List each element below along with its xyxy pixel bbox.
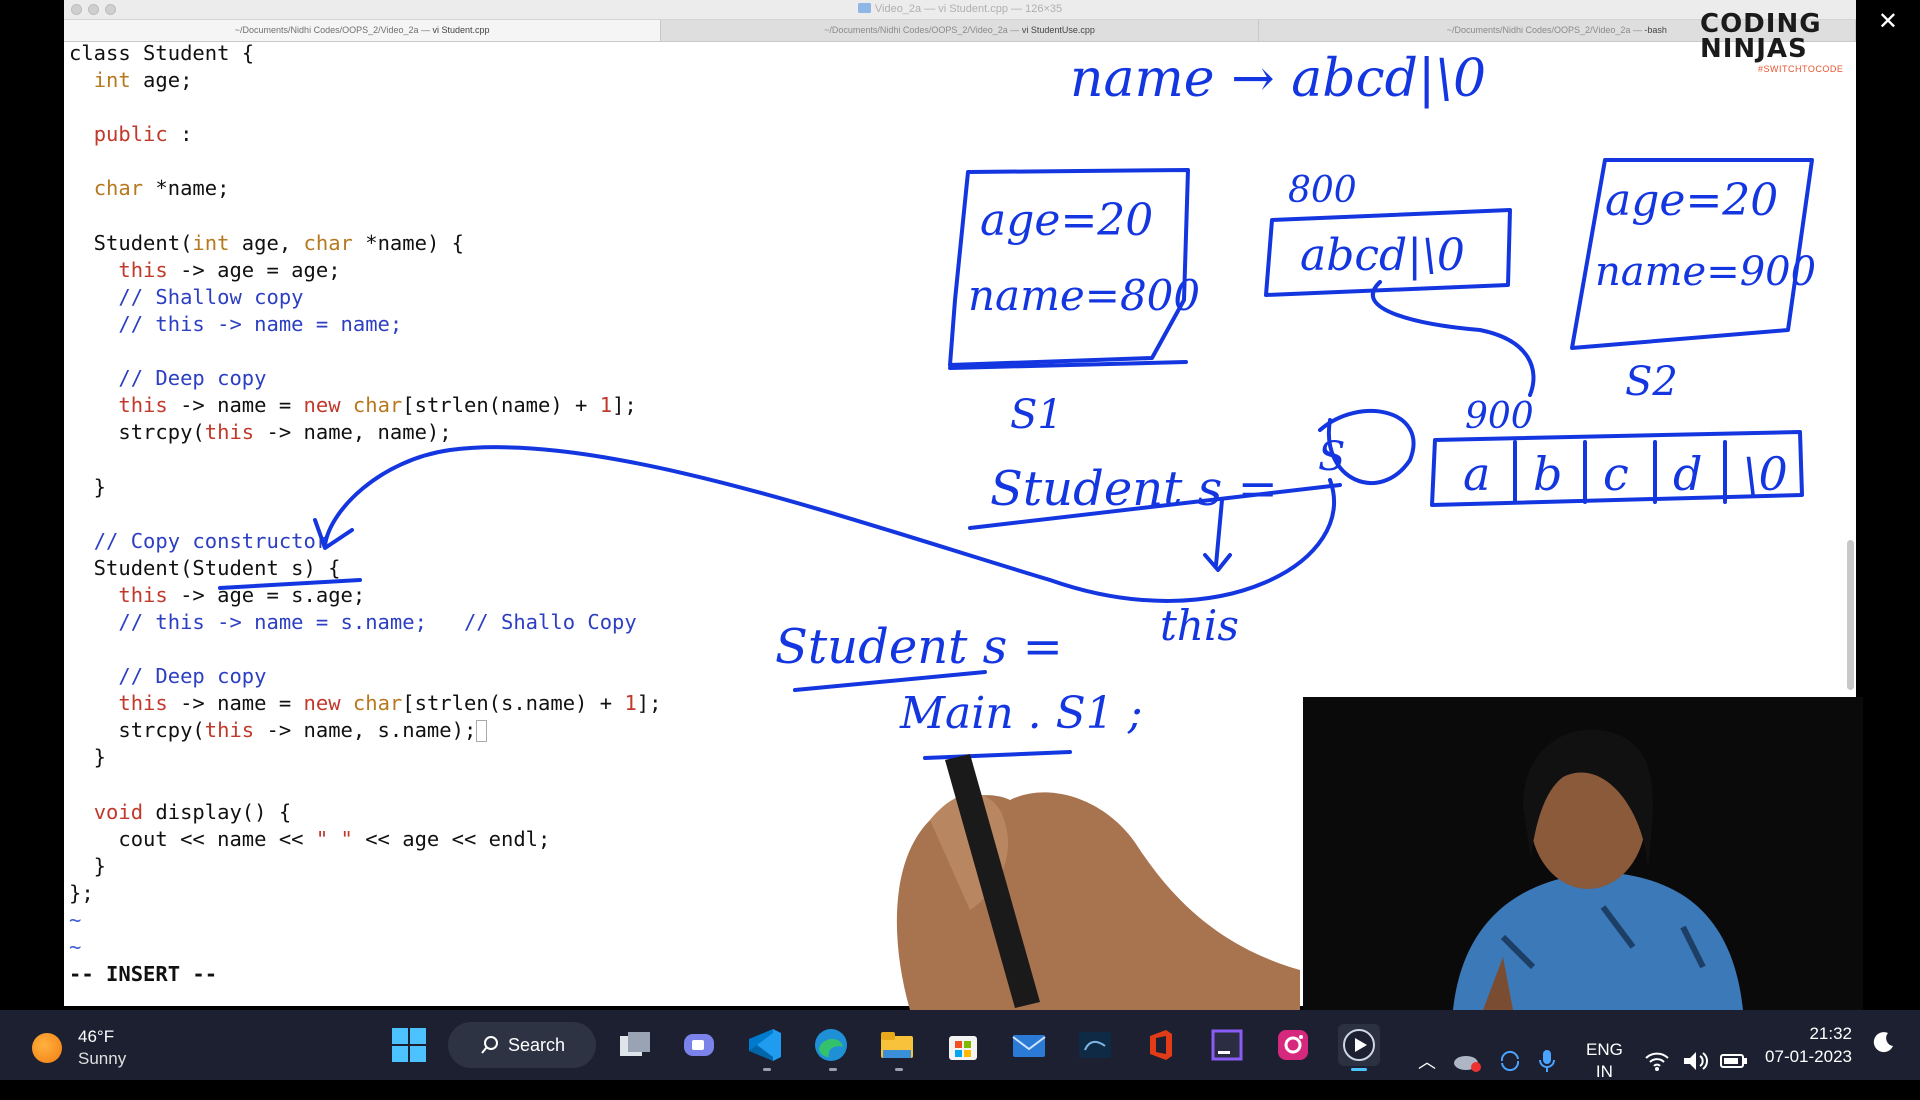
code-line: } xyxy=(69,474,107,499)
wifi-icon xyxy=(1645,1052,1669,1071)
code-line: this -> name = new char[strlen(s.name) +… xyxy=(118,691,662,716)
running-indicator xyxy=(829,1068,837,1071)
coding-ninjas-logo: CODING NINJAS #SWITCHTOCODE xyxy=(1700,11,1860,74)
running-indicator xyxy=(895,1068,903,1071)
code-line: strcpy(this -> name, s.name); xyxy=(69,718,488,743)
code-line: // Deep copy xyxy=(118,664,267,689)
code-line: } xyxy=(69,853,107,878)
office-icon[interactable] xyxy=(1140,1024,1182,1066)
terminal-scrollbar[interactable] xyxy=(1847,540,1854,690)
code-line: void display() { xyxy=(93,799,292,824)
media-player-icon[interactable] xyxy=(1338,1024,1380,1066)
code-line: char *name; xyxy=(93,176,230,201)
task-view-icon[interactable] xyxy=(614,1024,656,1066)
language-indicator[interactable]: ENG IN xyxy=(1586,1039,1623,1083)
code-line: // Shallow copy xyxy=(118,284,304,309)
edge-browser-icon[interactable] xyxy=(810,1024,852,1066)
tab-student-cpp[interactable]: ~/Documents/Nidhi Codes/OOPS_2/Video_2a … xyxy=(64,20,662,41)
microphone-icon[interactable] xyxy=(1538,1048,1556,1074)
logo-tagline: #SWITCHTOCODE xyxy=(1758,64,1844,74)
instagram-icon[interactable] xyxy=(1272,1024,1314,1066)
window-title: Video_2a — vi Student.cpp — 126×35 xyxy=(64,3,1856,15)
presenter-hand xyxy=(896,754,1300,1010)
weather-temp: 46°F xyxy=(78,1027,115,1046)
search-label: Search xyxy=(508,1034,566,1055)
terminal-titlebar: Video_2a — vi Student.cpp — 126×35 xyxy=(64,0,1856,20)
teams-chat-icon[interactable] xyxy=(678,1024,720,1066)
intellij-icon[interactable] xyxy=(1206,1024,1248,1066)
code-line: // this -> name = s.name; // Shallo Copy xyxy=(118,609,637,634)
onedrive-icon[interactable] xyxy=(1452,1049,1482,1073)
code-line: class Student { xyxy=(69,41,255,65)
code-line: // Copy constructor xyxy=(93,528,329,553)
code-line: // Deep copy xyxy=(118,366,267,391)
code-line: strcpy(this -> name, name); xyxy=(69,420,452,445)
active-indicator xyxy=(1351,1068,1367,1071)
window-title-text: Video_2a — vi Student.cpp — 126×35 xyxy=(874,3,1063,15)
weather-widget[interactable]: 46°F Sunny xyxy=(32,1026,126,1070)
code-line: } xyxy=(69,745,107,770)
running-indicator xyxy=(763,1068,771,1071)
mail-icon[interactable] xyxy=(1008,1024,1050,1066)
code-line: cout << name << " " << age << endl; xyxy=(69,826,551,851)
code-line: this -> age = age; xyxy=(118,257,341,282)
search-icon xyxy=(481,1036,498,1054)
code-line: this -> age = s.age; xyxy=(118,582,366,607)
code-line: Student(Student s) { xyxy=(69,555,341,580)
quick-settings[interactable] xyxy=(1644,1026,1748,1096)
code-line: }; xyxy=(69,880,94,905)
video-frame: Video_2a — vi Student.cpp — 126×35 ~/Doc… xyxy=(0,0,1920,1010)
code-line: ~ xyxy=(69,935,82,960)
sun-icon xyxy=(32,1033,62,1063)
folder-icon xyxy=(857,3,871,13)
file-explorer-icon[interactable] xyxy=(876,1024,918,1066)
volume-icon xyxy=(1684,1052,1708,1070)
clock-time: 21:32 xyxy=(1809,1024,1852,1043)
vscode-icon[interactable] xyxy=(744,1024,786,1066)
code-line: public : xyxy=(93,122,193,147)
code-line: int age; xyxy=(93,68,193,93)
show-hidden-icons-chevron-icon[interactable]: ︿ xyxy=(1418,1048,1436,1074)
terminal-tabbar: ~/Documents/Nidhi Codes/OOPS_2/Video_2a … xyxy=(64,20,1856,42)
tab-studentuse-cpp[interactable]: ~/Documents/Nidhi Codes/OOPS_2/Video_2a … xyxy=(661,20,1259,41)
mysql-workbench-icon[interactable] xyxy=(1074,1024,1116,1066)
taskbar-search[interactable]: Search xyxy=(448,1022,596,1068)
code-editor[interactable]: class Student { int age; public : char *… xyxy=(69,40,661,988)
code-line: ~ xyxy=(69,908,82,932)
logo-line-2: NINJAS xyxy=(1700,34,1808,64)
clock[interactable]: 21:32 07-01-2023 xyxy=(1762,1022,1852,1092)
code-line: Student(int age, char *name) { xyxy=(69,230,464,255)
code-line: -- INSERT -- xyxy=(69,962,218,987)
text-cursor xyxy=(476,720,488,743)
code-line: this -> name = new char[strlen(name) + 1… xyxy=(118,393,637,418)
presenter-webcam xyxy=(1303,697,1863,1010)
start-windows-icon[interactable] xyxy=(388,1024,430,1066)
battery-icon xyxy=(1720,1054,1747,1068)
weather-condition: Sunny xyxy=(78,1049,127,1068)
code-line: // this -> name = name; xyxy=(118,311,403,336)
sync-icon[interactable] xyxy=(1498,1049,1522,1073)
notification-icon[interactable] xyxy=(1872,1030,1896,1100)
close-icon[interactable]: ✕ xyxy=(1878,10,1898,34)
clock-date: 07-01-2023 xyxy=(1765,1047,1852,1066)
microsoft-store-icon[interactable] xyxy=(942,1024,984,1066)
